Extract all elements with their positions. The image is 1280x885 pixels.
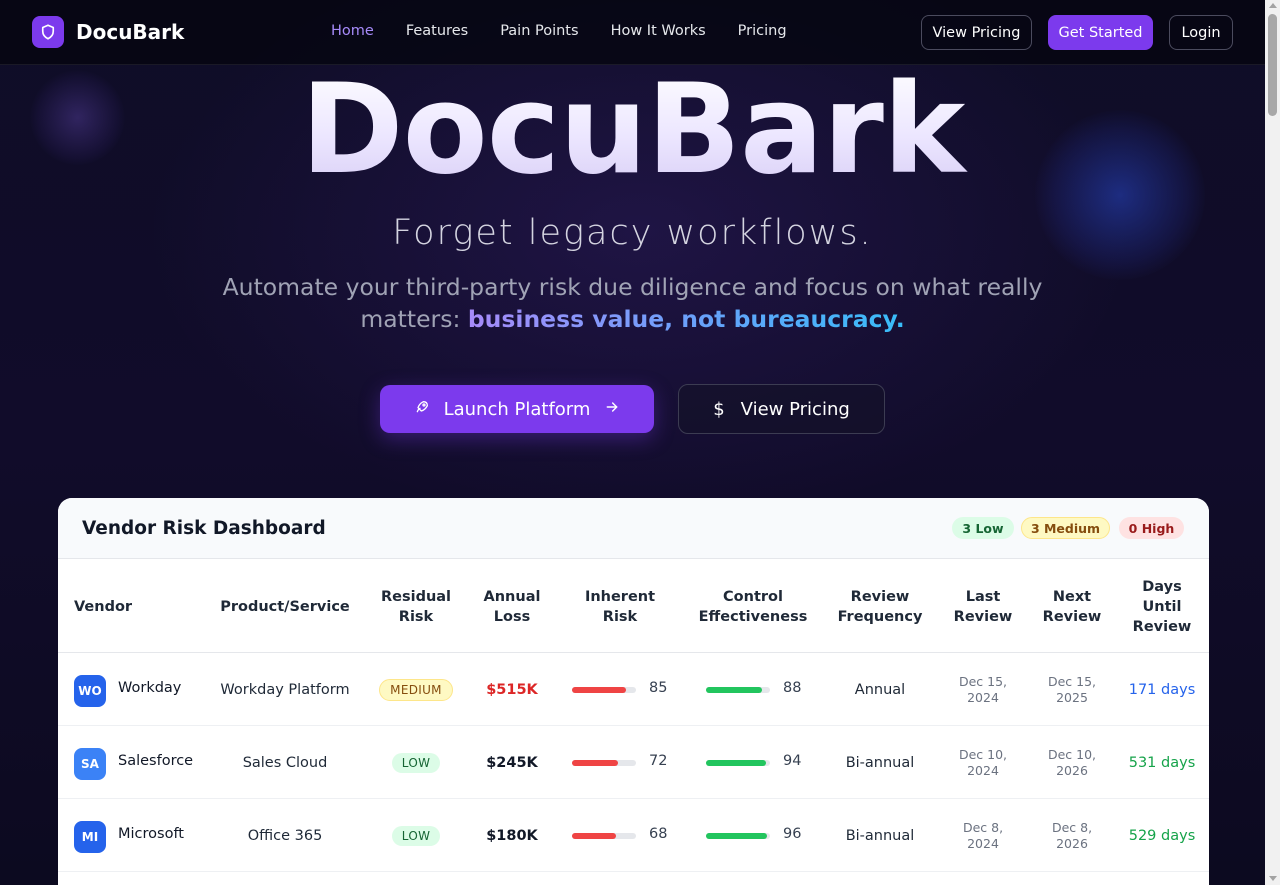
nav-links: Home Features Pain Points How It Works P…: [331, 23, 787, 39]
launch-platform-label: Launch Platform: [443, 398, 591, 420]
dashboard-header: Vendor Risk Dashboard 3 Low 3 Medium 0 H…: [58, 498, 1209, 559]
vendor-name[interactable]: Microsoft: [118, 826, 184, 842]
review-frequency: Bi-annual: [845, 827, 915, 844]
days-until-review: 529 days: [1128, 827, 1196, 844]
table-row[interactable]: WO Workday Workday Platform MEDIUM $515K 85 88…: [58, 653, 1209, 726]
control-effectiveness-value: 94: [783, 753, 802, 769]
next-review-date: Dec 8, 2026: [1051, 819, 1093, 851]
product-service: Sales Cloud: [242, 754, 328, 771]
residual-risk-cell: MEDIUM: [376, 653, 456, 726]
inherent-risk-bar-fill: [572, 760, 619, 766]
vendor-avatar: SA: [74, 748, 106, 780]
residual-risk-badge: MEDIUM: [379, 678, 453, 701]
inherent-risk-bar-fill: [572, 687, 627, 693]
rocket-icon: [414, 399, 430, 420]
residual-risk-badge: LOW: [391, 825, 441, 846]
next-review-date: Dec 10, 2026: [1047, 746, 1097, 778]
inherent-risk-bar: [572, 687, 636, 693]
scroll-down-arrow-icon[interactable]: [1269, 876, 1277, 881]
shield-logo-icon[interactable]: [32, 16, 64, 48]
last-review-date: Dec 8, 2024: [962, 819, 1004, 851]
hero-title: DocuBark: [0, 60, 1265, 200]
control-effectiveness-bar-fill: [706, 833, 768, 839]
vendor-avatar: WO: [74, 675, 106, 707]
hero-view-pricing-button[interactable]: $ View Pricing: [678, 384, 885, 434]
column-header-days-until-review[interactable]: Days Until Review: [1126, 560, 1198, 653]
last-review-date: Dec 10, 2024: [958, 746, 1008, 778]
nav-link-how-it-works[interactable]: How It Works: [611, 23, 706, 39]
column-header-product[interactable]: Product/Service: [214, 560, 356, 653]
control-effectiveness-bar: [706, 833, 770, 839]
vendor-risk-dashboard: Vendor Risk Dashboard 3 Low 3 Medium 0 H…: [58, 498, 1209, 885]
column-header-last-review[interactable]: Last Review: [946, 560, 1020, 653]
table-row[interactable]: SA Salesforce Sales Cloud LOW $245K 72 94 Bi-an…: [58, 726, 1209, 799]
control-effectiveness-value: 96: [783, 826, 802, 842]
residual-risk-cell: LOW: [376, 726, 456, 799]
low-count-badge: 3 Low: [952, 517, 1014, 539]
vendor-name[interactable]: Salesforce: [118, 753, 193, 769]
inherent-risk-bar-fill: [572, 833, 616, 839]
hero-view-pricing-label: View Pricing: [740, 398, 850, 420]
launch-platform-button[interactable]: Launch Platform: [380, 385, 654, 433]
top-navbar: DocuBark Home Features Pain Points How I…: [0, 0, 1265, 65]
column-header-residual-risk[interactable]: Residual Risk: [376, 560, 456, 653]
column-header-inherent-risk[interactable]: Inherent Risk: [570, 560, 670, 653]
table-row[interactable]: MI Microsoft Office 365 LOW $180K 68 96 Bi-annu…: [58, 799, 1209, 872]
high-count-badge: 0 High: [1119, 517, 1184, 539]
inherent-risk-value: 68: [649, 826, 668, 842]
vendor-name[interactable]: Workday: [118, 680, 181, 696]
product-service: Workday Platform: [220, 681, 350, 698]
annual-loss: $245K: [486, 754, 538, 771]
get-started-button[interactable]: Get Started: [1048, 15, 1153, 50]
nav-link-pricing[interactable]: Pricing: [738, 23, 787, 39]
view-pricing-button[interactable]: View Pricing: [921, 15, 1032, 50]
page-scrollbar[interactable]: [1265, 0, 1280, 885]
scrollbar-thumb[interactable]: [1268, 14, 1277, 116]
scroll-up-arrow-icon[interactable]: [1269, 3, 1277, 8]
vendor-avatar: MI: [74, 821, 106, 853]
arrow-right-icon: [604, 399, 620, 420]
control-effectiveness-value: 88: [783, 680, 802, 696]
nav-link-home[interactable]: Home: [331, 23, 374, 39]
control-effectiveness-bar-fill: [706, 687, 763, 693]
inherent-risk-value: 85: [649, 680, 668, 696]
column-header-next-review[interactable]: Next Review: [1036, 560, 1108, 653]
days-until-review: 171 days: [1128, 681, 1196, 698]
login-button[interactable]: Login: [1169, 15, 1233, 50]
brand-name[interactable]: DocuBark: [76, 20, 184, 44]
control-effectiveness-bar: [706, 760, 770, 766]
product-service: Office 365: [247, 827, 323, 844]
residual-risk-badge: LOW: [391, 752, 441, 773]
control-effectiveness-bar: [706, 687, 770, 693]
annual-loss: $180K: [486, 827, 538, 844]
inherent-risk-bar: [572, 760, 636, 766]
nav-link-features[interactable]: Features: [406, 23, 468, 39]
dollar-icon: $: [713, 398, 725, 420]
review-frequency: Annual: [854, 681, 906, 698]
last-review-date: Dec 15, 2024: [958, 673, 1008, 705]
inherent-risk-value: 72: [649, 753, 668, 769]
residual-risk-cell: LOW: [376, 799, 456, 872]
hero-subtitle: Forget legacy workflows.: [392, 213, 873, 253]
annual-loss: $515K: [486, 681, 538, 698]
dashboard-title: Vendor Risk Dashboard: [82, 518, 326, 539]
medium-count-badge: 3 Medium: [1021, 517, 1110, 539]
table-header: Vendor Product/Service Residual Risk Ann…: [58, 560, 1209, 653]
hero-description-highlight: business value, not bureaucracy.: [467, 305, 905, 333]
inherent-risk-bar: [572, 833, 636, 839]
days-until-review: 531 days: [1128, 754, 1196, 771]
review-frequency: Bi-annual: [845, 754, 915, 771]
column-header-review-frequency[interactable]: Review Frequency: [830, 560, 930, 653]
column-header-control-effectiveness[interactable]: Control Effectiveness: [694, 560, 812, 653]
next-review-date: Dec 15, 2025: [1047, 673, 1097, 705]
column-header-annual-loss[interactable]: Annual Loss: [472, 560, 552, 653]
control-effectiveness-bar-fill: [706, 760, 767, 766]
column-header-vendor[interactable]: Vendor: [74, 560, 164, 653]
nav-link-pain-points[interactable]: Pain Points: [500, 23, 578, 39]
hero-description: Automate your third-party risk due dilig…: [200, 271, 1065, 335]
